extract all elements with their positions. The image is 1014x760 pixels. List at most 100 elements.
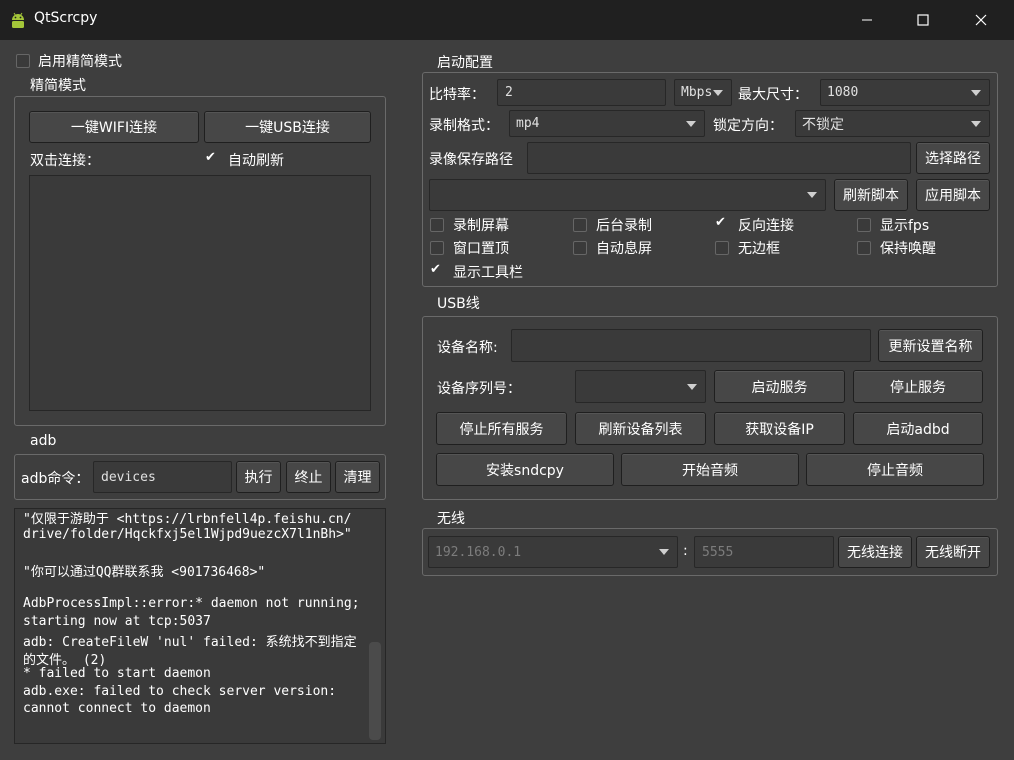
stop-audio-button[interactable]: 停止音频 — [806, 453, 984, 486]
adb-group-title: adb — [30, 433, 57, 449]
log-line: * failed to start daemon — [23, 666, 211, 681]
record-screen-checkbox[interactable] — [430, 218, 444, 232]
adb-log-output[interactable]: "仅限于游助于 <https://lrbnfell4p.feishu.cn/ d… — [14, 508, 386, 744]
wireless-port-input[interactable]: 5555 — [694, 536, 834, 568]
log-line: adb: CreateFileW 'nul' failed: 系统找不到指定 — [23, 635, 357, 650]
chevron-down-icon — [971, 89, 981, 96]
device-name-label: 设备名称: — [437, 340, 498, 356]
minimize-icon — [862, 19, 872, 21]
script-select[interactable] — [429, 179, 826, 211]
install-sndcpy-button[interactable]: 安装sndcpy — [436, 453, 614, 486]
record-path-input[interactable] — [527, 142, 911, 174]
log-line: "仅限于游助于 <https://lrbnfell4p.feishu.cn/ — [23, 512, 352, 527]
show-fps-checkbox[interactable] — [857, 218, 871, 232]
maximize-icon — [917, 14, 929, 26]
wifi-connect-button[interactable]: 一键WIFI连接 — [29, 111, 199, 143]
lock-orientation-label: 锁定方向： — [713, 118, 783, 134]
log-line: "你可以通过QQ群联系我 <901736468>" — [23, 565, 266, 580]
background-record-label: 后台录制 — [596, 218, 652, 234]
log-scrollbar-thumb[interactable] — [369, 642, 381, 740]
auto-screen-off-label: 自动息屏 — [596, 241, 652, 257]
get-device-ip-button[interactable]: 获取设备IP — [714, 412, 845, 445]
choose-path-button[interactable]: 选择路径 — [916, 142, 990, 174]
close-button[interactable] — [958, 0, 1004, 40]
record-format-label: 录制格式： — [429, 118, 499, 134]
double-click-label: 双击连接： — [30, 153, 100, 169]
bitrate-input[interactable]: 2 — [497, 79, 666, 106]
maximize-button[interactable] — [900, 0, 946, 40]
stop-all-services-button[interactable]: 停止所有服务 — [436, 412, 567, 445]
show-fps-label: 显示fps — [880, 218, 930, 234]
chevron-down-icon — [713, 89, 723, 96]
chevron-down-icon — [659, 549, 669, 555]
show-toolbar-label: 显示工具栏 — [453, 265, 523, 281]
wireless-group-title: 无线 — [437, 511, 465, 527]
show-toolbar-checkbox[interactable] — [430, 262, 444, 279]
chevron-down-icon — [686, 120, 696, 127]
frameless-label: 无边框 — [738, 241, 780, 257]
start-audio-button[interactable]: 开始音频 — [621, 453, 799, 486]
stop-service-button[interactable]: 停止服务 — [853, 370, 983, 403]
start-config-group-title: 启动配置 — [437, 55, 493, 71]
bitrate-unit-select[interactable]: Mbps — [674, 79, 732, 106]
wireless-connect-button[interactable]: 无线连接 — [838, 536, 912, 568]
chevron-down-icon — [807, 192, 817, 198]
stay-awake-label: 保持唤醒 — [880, 241, 936, 257]
update-name-button[interactable]: 更新设置名称 — [878, 329, 983, 362]
start-service-button[interactable]: 启动服务 — [714, 370, 845, 403]
wireless-ip-value: 192.168.0.1 — [435, 544, 522, 560]
device-name-input[interactable] — [511, 329, 871, 362]
simple-mode-label: 启用精简模式 — [38, 54, 122, 70]
record-path-label: 录像保存路径 — [429, 152, 513, 168]
usb-connect-button[interactable]: 一键USB连接 — [204, 111, 371, 143]
serial-label: 设备序列号： — [437, 381, 521, 397]
android-icon — [12, 12, 24, 28]
log-line: adb.exe: failed to check server version: — [23, 684, 337, 699]
minimize-button[interactable] — [844, 0, 890, 40]
apply-script-button[interactable]: 应用脚本 — [916, 179, 990, 211]
usb-group-title: USB线 — [437, 296, 480, 312]
auto-screen-off-checkbox[interactable] — [573, 241, 587, 255]
max-size-label: 最大尺寸： — [738, 87, 808, 103]
adb-command-label: adb命令： — [21, 471, 90, 487]
adb-clear-button[interactable]: 清理 — [335, 461, 380, 493]
background-record-checkbox[interactable] — [573, 218, 587, 232]
record-screen-label: 录制屏幕 — [453, 218, 509, 234]
wireless-disconnect-button[interactable]: 无线断开 — [916, 536, 990, 568]
adb-command-input[interactable]: devices — [93, 461, 232, 493]
record-format-value: mp4 — [516, 116, 540, 131]
refresh-script-button[interactable]: 刷新脚本 — [834, 179, 908, 211]
max-size-select[interactable]: 1080 — [820, 79, 990, 106]
ip-port-separator: : — [683, 543, 688, 559]
record-format-select[interactable]: mp4 — [509, 110, 705, 137]
chevron-down-icon — [687, 383, 697, 390]
lock-orientation-select[interactable]: 不锁定 — [795, 110, 990, 137]
stay-awake-checkbox[interactable] — [857, 241, 871, 255]
auto-refresh-checkbox[interactable] — [205, 150, 219, 167]
serial-select[interactable] — [575, 370, 706, 403]
start-adbd-button[interactable]: 启动adbd — [853, 412, 983, 445]
frameless-checkbox[interactable] — [715, 241, 729, 255]
simple-mode-group-title: 精简模式 — [30, 78, 86, 94]
auto-refresh-label: 自动刷新 — [228, 153, 284, 169]
bitrate-unit-value: Mbps — [681, 85, 713, 100]
reverse-connect-label: 反向连接 — [738, 218, 794, 234]
chevron-down-icon — [971, 120, 981, 127]
refresh-device-list-button[interactable]: 刷新设备列表 — [575, 412, 706, 445]
always-on-top-label: 窗口置顶 — [453, 241, 509, 257]
log-line: AdbProcessImpl::error:* daemon not runni… — [23, 596, 360, 611]
bitrate-label: 比特率： — [429, 87, 485, 103]
wireless-ip-select[interactable]: 192.168.0.1 — [428, 536, 678, 568]
log-line: starting now at tcp:5037 — [23, 614, 211, 629]
close-icon — [975, 14, 987, 26]
adb-run-button[interactable]: 执行 — [236, 461, 281, 493]
reverse-connect-checkbox[interactable] — [715, 215, 729, 232]
simple-mode-checkbox[interactable] — [16, 54, 30, 68]
adb-stop-button[interactable]: 终止 — [286, 461, 331, 493]
log-line: cannot connect to daemon — [23, 701, 211, 716]
window-title: QtScrcpy — [34, 10, 98, 26]
lock-orientation-value: 不锁定 — [802, 116, 844, 133]
always-on-top-checkbox[interactable] — [430, 241, 444, 255]
device-list[interactable] — [29, 175, 371, 411]
log-line: drive/folder/Hqckfxj5el1Wjpd9uezcX7l1nBh… — [23, 527, 352, 542]
